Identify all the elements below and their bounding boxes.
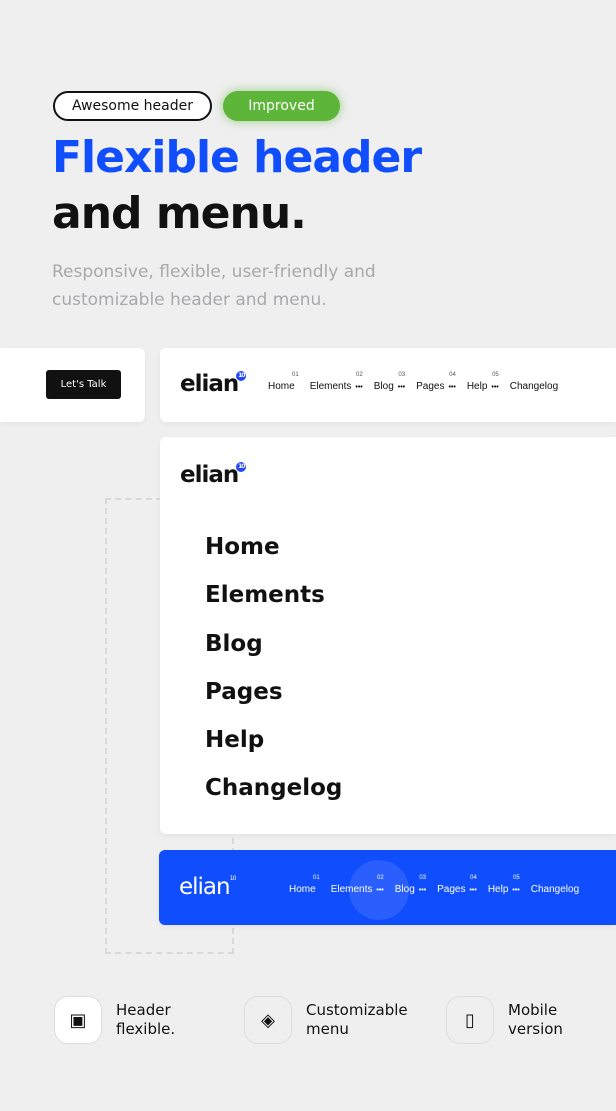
nav-item-home[interactable]: Home 01 (268, 372, 299, 392)
nav-item-blog[interactable]: Blog 03 ••• (373, 372, 406, 392)
nav-item-help[interactable]: Help 05 ••• (466, 372, 499, 392)
header-card-right: Let's Talk (0, 348, 145, 422)
nav-label: Changelog (509, 381, 559, 392)
mobile-menu-item[interactable]: Pages (205, 679, 342, 727)
nav-number: 04 (449, 372, 456, 378)
nav-label: Elements (330, 884, 373, 895)
mobile-menu-item[interactable]: Elements (205, 582, 342, 630)
feature-label: Customizable menu (306, 1001, 408, 1038)
nav-item-help[interactable]: Help 05 ••• (487, 875, 520, 895)
more-dots-icon: ••• (376, 887, 384, 894)
nav-item-pages[interactable]: Pages 04 ••• (416, 372, 456, 392)
awesome-header-badge: Awesome header (53, 91, 212, 121)
nav-number: 03 (419, 875, 427, 881)
desktop-nav: Home 01 Elements 02 ••• Blog 03 ••• Pages 04 ••• He… (268, 372, 573, 392)
mobile-menu-item[interactable]: Changelog (205, 775, 342, 823)
nav-number: 02 (356, 372, 363, 378)
logo-text: elian (180, 371, 239, 397)
more-dots-icon: ••• (355, 384, 363, 391)
nav-label: Blog (394, 884, 415, 895)
nav-label: Help (466, 381, 488, 392)
tablet-icon: ▯ (446, 996, 494, 1044)
nav-number: 04 (470, 875, 477, 881)
nav-label: Pages (437, 884, 466, 895)
nav-item-changelog[interactable]: Changelog (531, 884, 583, 895)
nav-label: Blog (373, 381, 394, 392)
mobile-menu: Home Elements Blog Pages Help Changelog (205, 534, 342, 824)
logo-badge: 10 (229, 875, 237, 882)
nav-number: 02 (377, 875, 384, 881)
mobile-menu-item[interactable]: Blog (205, 631, 342, 679)
nav-label: Home (289, 884, 316, 895)
more-dots-icon: ••• (397, 384, 406, 391)
logo-text: elian (180, 462, 239, 488)
nav-number: 01 (292, 372, 299, 378)
blue-nav: Home 01 Elements 02 ••• Blog 03 ••• Pages 04 ••• He… (289, 875, 594, 895)
nav-number: 01 (313, 875, 320, 881)
logo-badge: 10 (236, 462, 247, 472)
feature-label: Header flexible. (116, 1001, 176, 1038)
lets-talk-button[interactable]: Let's Talk (46, 370, 121, 399)
nav-label: Pages (416, 381, 445, 392)
nav-item-elements[interactable]: Elements 02 ••• (330, 875, 384, 895)
logo-badge: 10 (236, 371, 247, 381)
logo[interactable]: elian10 (180, 462, 247, 488)
nav-label: Help (487, 884, 509, 895)
feature-item: ▯ Mobile version (446, 996, 578, 1044)
improved-badge: Improved (223, 91, 340, 121)
more-dots-icon: ••• (491, 384, 499, 391)
nav-item-changelog[interactable]: Changelog (510, 381, 562, 392)
nav-number: 05 (492, 372, 499, 378)
feature-item: ◈ Customizable menu (244, 996, 416, 1044)
nav-number: 05 (513, 875, 520, 881)
nav-item-elements[interactable]: Elements 02 ••• (309, 372, 363, 392)
more-dots-icon: ••• (469, 887, 477, 894)
window-icon: ▣ (54, 996, 102, 1044)
desktop-header-card: elian10 Home 01 Elements 02 ••• Blog 03 ••• Page… (160, 348, 616, 422)
more-dots-icon: ••• (512, 887, 520, 894)
nav-number: 03 (398, 372, 406, 378)
feature-label: Mobile version (508, 1001, 563, 1038)
blue-header-card: elian10 Home 01 Elements 02 ••• Blog 03 ••• Page… (159, 850, 616, 925)
nav-item-pages[interactable]: Pages 04 ••• (437, 875, 477, 895)
more-dots-icon: ••• (418, 887, 427, 894)
more-dots-icon: ••• (448, 384, 456, 391)
logo[interactable]: elian10 (180, 371, 247, 397)
nav-item-home[interactable]: Home 01 (289, 875, 320, 895)
nav-label: Changelog (530, 884, 580, 895)
subtitle: Responsive, flexible, user-friendly and … (52, 262, 376, 310)
title-line-1: Flexible header (52, 132, 422, 183)
mobile-menu-item[interactable]: Home (205, 534, 342, 582)
nav-label: Home (268, 381, 295, 392)
logo[interactable]: elian10 (179, 874, 238, 900)
mobile-menu-item[interactable]: Help (205, 727, 342, 775)
title-line-2: and menu. (52, 188, 307, 239)
layers-icon: ◈ (244, 996, 292, 1044)
nav-item-blog[interactable]: Blog 03 ••• (394, 875, 427, 895)
nav-label: Elements (309, 381, 352, 392)
logo-text: elian (179, 874, 231, 900)
feature-item: ▣ Header flexible. (54, 996, 186, 1044)
